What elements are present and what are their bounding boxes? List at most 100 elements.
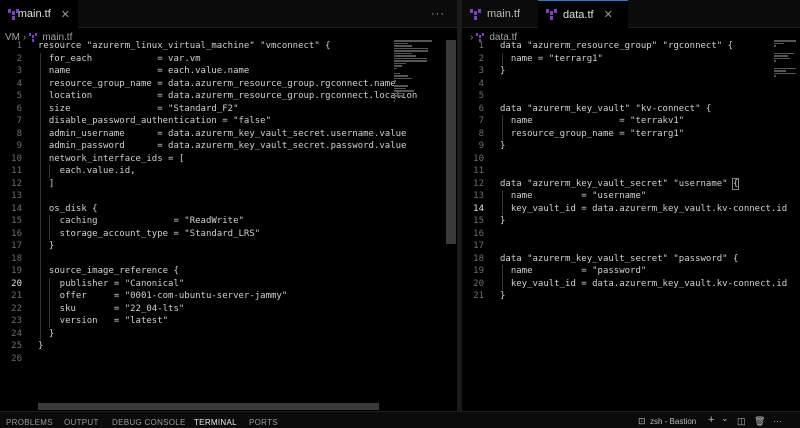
vertical-scrollbar[interactable] — [446, 40, 456, 244]
code-line[interactable]: 26 — [0, 353, 457, 366]
horizontal-scrollbar[interactable] — [38, 403, 379, 410]
line-number: 24 — [11, 328, 22, 339]
code-line[interactable]: 12 data "azurerm_key_vault_secret" "usern… — [462, 177, 800, 191]
code-text: resource_group_name = data.azurerm_resou… — [38, 78, 396, 89]
code-line[interactable]: 13 name = "username" — [462, 190, 800, 203]
code-line[interactable]: 25} — [0, 340, 457, 353]
code-line[interactable]: 6 size = "Standard_F2" — [0, 103, 457, 116]
code-line[interactable]: 5 location = data.azurerm_resource_group… — [0, 90, 457, 103]
code-text: offer = "0001-com-ubuntu-server-jammy" — [38, 291, 288, 301]
code-text: caching = "ReadWrite" — [38, 216, 244, 226]
trash-icon[interactable]: 🗑 — [754, 416, 765, 427]
tab-main-tf[interactable]: main.tf ✕ — [0, 0, 78, 28]
panel-tab-ports[interactable]: PORTS — [249, 418, 278, 427]
code-line[interactable]: 10 — [462, 153, 800, 166]
line-number: 14 — [473, 203, 484, 214]
code-line[interactable]: 7 disable_password_authentication = "fal… — [0, 115, 457, 128]
line-number: 6 — [478, 103, 484, 114]
panel-tab-terminal[interactable]: TERMINAL — [194, 418, 237, 428]
code-line[interactable]: 17 — [462, 240, 800, 253]
code-line[interactable]: 14 key_vault_id = data.azurerm_key_vault… — [462, 203, 800, 216]
minimap[interactable] — [774, 40, 798, 78]
add-terminal-button[interactable]: + — [708, 414, 714, 426]
code-line[interactable]: 3 name = each.value.name — [0, 65, 457, 78]
code-line[interactable]: 16 — [462, 228, 800, 241]
code-line[interactable]: 21 offer = "0001-com-ubuntu-server-jammy… — [0, 290, 457, 303]
code-line[interactable]: 1 resource "azurerm_linux_virtual_machine… — [0, 40, 457, 53]
code-line[interactable]: 9} — [462, 140, 800, 153]
minimap[interactable] — [394, 40, 436, 103]
line-number: 12 — [11, 178, 22, 189]
code-line[interactable]: 19 name = "password" — [462, 265, 800, 278]
code-line[interactable]: 4 resource_group_name = data.azurerm_res… — [0, 78, 457, 91]
panel-tab-problems[interactable]: PROBLEMS — [6, 418, 53, 427]
code-line[interactable]: 1 data "azurerm_resource_group" "rgconnec… — [462, 40, 800, 53]
tab-data-tf[interactable]: data.tf ✕ — [538, 0, 628, 28]
code-text: } — [500, 66, 506, 76]
code-text: name = "terrarg1" — [500, 53, 603, 64]
close-icon[interactable]: ✕ — [61, 8, 70, 21]
code-line[interactable]: 20 publisher = "Canonical" — [0, 278, 457, 291]
more-actions-icon[interactable]: ··· — [773, 416, 782, 426]
more-actions-icon[interactable]: ··· — [431, 8, 445, 20]
code-line[interactable]: 22 sku = "22_04-lts" — [0, 303, 457, 316]
code-editor-main-tf[interactable]: 1 resource "azurerm_linux_virtual_machine… — [0, 40, 457, 365]
code-line[interactable]: 12 ] — [0, 178, 457, 191]
code-line[interactable]: 11 each.value.id, — [0, 165, 457, 178]
code-line[interactable]: 10 network_interface_ids = [ — [0, 153, 457, 166]
line-number: 15 — [473, 216, 484, 226]
code-text: disable_password_authentication = "false… — [38, 116, 271, 126]
code-line[interactable]: 24 } — [0, 328, 457, 341]
code-line[interactable]: 18 — [0, 253, 457, 266]
tab-main-tf[interactable]: main.tf — [462, 0, 538, 28]
line-number: 20 — [473, 278, 484, 289]
code-text: data "azurerm_key_vault_secret" "usernam… — [500, 177, 740, 190]
code-line[interactable]: 20 key_vault_id = data.azurerm_key_vault… — [462, 278, 800, 291]
code-line[interactable]: 16 storage_account_type = "Standard_LRS" — [0, 228, 457, 241]
code-line[interactable]: 17 } — [0, 240, 457, 253]
code-text: os_disk { — [38, 203, 98, 214]
code-line[interactable]: 2 for_each = var.vm — [0, 53, 457, 66]
line-number: 6 — [16, 103, 22, 114]
split-terminal-icon[interactable]: ◫ — [737, 416, 746, 427]
code-text: name = "terrakv1" — [500, 116, 685, 126]
code-line[interactable]: 18 data "azurerm_key_vault_secret" "passw… — [462, 253, 800, 266]
line-number: 17 — [11, 241, 22, 251]
code-line[interactable]: 4 — [462, 78, 800, 91]
code-line[interactable]: 23 version = "latest" — [0, 315, 457, 328]
line-number: 7 — [16, 116, 22, 126]
code-line[interactable]: 7 name = "terrakv1" — [462, 115, 800, 128]
code-editor-data-tf[interactable]: 1 data "azurerm_resource_group" "rgconnec… — [462, 40, 800, 303]
line-number: 7 — [478, 116, 484, 126]
line-number: 2 — [478, 53, 484, 64]
line-number: 5 — [478, 91, 484, 101]
terminal-name[interactable]: zsh - Bastion — [650, 417, 696, 426]
code-text: for_each = var.vm — [38, 53, 201, 64]
line-number: 23 — [11, 316, 22, 326]
panel-tab-output[interactable]: OUTPUT — [64, 418, 99, 427]
code-line[interactable]: 8 admin_username = data.azurerm_key_vaul… — [0, 128, 457, 141]
code-line[interactable]: 13 — [0, 190, 457, 203]
code-line[interactable]: 11 — [462, 165, 800, 178]
code-line[interactable]: 5 — [462, 90, 800, 103]
code-line[interactable]: 21} — [462, 290, 800, 303]
code-line[interactable]: 6 data "azurerm_key_vault" "kv-connect" { — [462, 103, 800, 116]
indent-guide — [40, 52, 41, 340]
code-line[interactable]: 14 os_disk { — [0, 203, 457, 216]
indent-guide — [502, 52, 503, 65]
code-text: admin_username = data.azurerm_key_vault_… — [38, 128, 407, 139]
close-icon[interactable]: ✕ — [604, 8, 613, 21]
code-text: sku = "22_04-lts" — [38, 303, 185, 314]
line-number: 4 — [16, 78, 22, 89]
code-line[interactable]: 9 admin_password = data.azurerm_key_vaul… — [0, 140, 457, 153]
code-text: key_vault_id = data.azurerm_key_vault.kv… — [500, 203, 788, 214]
panel-tab-debug-console[interactable]: DEBUG CONSOLE — [112, 418, 186, 427]
code-line[interactable]: 15 caching = "ReadWrite" — [0, 215, 457, 228]
code-line[interactable]: 15} — [462, 215, 800, 228]
line-number: 13 — [473, 191, 484, 201]
code-line[interactable]: 19 source_image_reference { — [0, 265, 457, 278]
chevron-down-icon[interactable]: ⌄ — [721, 413, 729, 424]
code-line[interactable]: 3} — [462, 65, 800, 78]
code-line[interactable]: 2 name = "terrarg1" — [462, 53, 800, 66]
code-line[interactable]: 8 resource_group_name = "terrarg1" — [462, 128, 800, 141]
